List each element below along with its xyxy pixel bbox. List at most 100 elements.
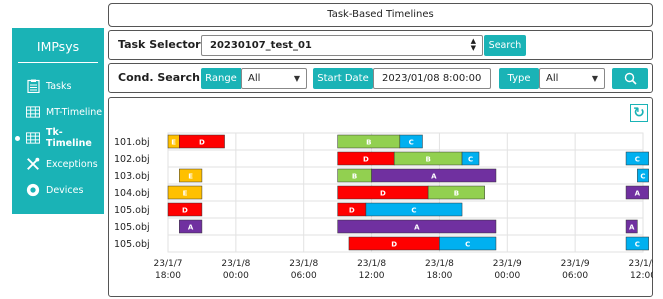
x-tick-label-time: 06:00 — [291, 271, 317, 281]
x-tick-label-time: 18:00 — [426, 271, 452, 281]
task-bar-b[interactable]: B — [337, 168, 372, 183]
task-bar-d[interactable]: D — [348, 236, 440, 251]
sidebar-item-devices[interactable]: Devices — [12, 180, 104, 200]
task-bar-a[interactable]: A — [337, 219, 497, 234]
task-bar-label: B — [454, 190, 459, 198]
task-bar-label: C — [465, 241, 470, 249]
task-bar-label: A — [414, 224, 420, 232]
task-bar-label: D — [349, 207, 355, 215]
task-bar-b[interactable]: B — [427, 185, 485, 200]
sidebar-item-label: Exceptions — [46, 158, 98, 170]
row-label: 103.obj — [114, 171, 150, 182]
range-label: Range — [201, 68, 241, 89]
task-bar-label: D — [199, 139, 205, 147]
x-tick-label-date: 23/1/8 — [221, 259, 250, 269]
row-label: 105.obj — [114, 222, 150, 233]
sidebar-item-label: MT-Timeline — [46, 106, 103, 118]
task-bar-c[interactable]: C — [625, 151, 649, 166]
task-bar-b[interactable]: B — [337, 134, 401, 149]
start-date-input[interactable]: 2023/01/08 8:00:00 — [373, 68, 491, 89]
task-selector-bar: Task Selector 20230107_test_01 ▲ ▼ Search — [108, 30, 653, 60]
search-button[interactable]: Search — [484, 35, 526, 56]
task-bar-a[interactable]: A — [625, 185, 649, 200]
search-icon-button[interactable] — [612, 68, 648, 89]
timeline-chart: 101.obj E D B C 102.obj D B C C 103.obj E B A C 104.obj… — [114, 132, 653, 281]
cond-search-label: Cond. Search — [118, 71, 200, 84]
task-select[interactable]: 20230107_test_01 ▲ ▼ — [201, 35, 483, 56]
sidebar-item-label: Tk-Timeline — [46, 127, 92, 149]
sidebar-item-tasks[interactable]: Tasks — [12, 76, 104, 96]
task-bar-label: D — [391, 241, 397, 249]
task-bar-label: C — [635, 156, 640, 164]
task-bar-label: D — [182, 207, 188, 215]
task-bar-e[interactable]: E — [179, 168, 203, 183]
start-date-label: Start Date — [313, 68, 373, 89]
task-bar-d[interactable]: D — [337, 202, 367, 217]
sidebar-item-label: Devices — [46, 184, 84, 196]
task-bar-label: E — [171, 139, 176, 147]
range-select-value: All — [248, 73, 261, 84]
task-bar-label: C — [635, 241, 640, 249]
task-selector-label: Task Selector — [118, 38, 201, 51]
task-bar-label: C — [640, 173, 645, 181]
task-bar-c[interactable]: C — [399, 134, 423, 149]
clipboard-icon — [26, 79, 40, 93]
task-bar-e[interactable]: E — [167, 185, 203, 200]
task-bar-label: A — [629, 224, 635, 232]
type-select-value: All — [546, 73, 559, 84]
updown-icon: ▲ ▼ — [470, 37, 476, 52]
task-bar-label: B — [352, 173, 357, 181]
chevron-down-icon: ▼ — [591, 74, 598, 83]
row-label: 104.obj — [114, 188, 150, 199]
x-tick-label-time: 18:00 — [155, 271, 181, 281]
x-tick-label-date: 23/1/9 — [493, 259, 522, 269]
task-bar-d[interactable]: D — [167, 202, 203, 217]
task-bar-b[interactable]: B — [393, 151, 463, 166]
divider — [18, 62, 98, 63]
type-select[interactable]: All ▼ — [539, 68, 605, 89]
task-select-value: 20230107_test_01 — [210, 40, 312, 51]
cond-search-bar: Cond. Search Range All ▼ Start Date 2023… — [108, 63, 653, 93]
sidebar-item-mt-timeline[interactable]: MT-Timeline — [12, 102, 104, 122]
task-bar-c[interactable]: C — [439, 236, 497, 251]
x-tick-label-date: 23/1/9 — [629, 259, 653, 269]
row-label: 101.obj — [114, 137, 150, 148]
task-bar-a[interactable]: A — [625, 219, 638, 234]
task-bar-c[interactable]: C — [625, 236, 649, 251]
task-bar-d[interactable]: D — [179, 134, 225, 149]
device-icon — [26, 183, 40, 197]
x-tick-label-date: 23/1/8 — [425, 259, 454, 269]
task-bar-c[interactable]: C — [461, 151, 480, 166]
page-title: Task-Based Timelines — [108, 3, 653, 27]
task-bar-label: C — [411, 207, 416, 215]
task-bar-label: D — [363, 156, 369, 164]
task-bar-label: B — [366, 139, 371, 147]
task-bar-d[interactable]: D — [337, 151, 395, 166]
task-bar-c[interactable]: C — [365, 202, 463, 217]
x-tick-label-date: 23/1/8 — [289, 259, 318, 269]
row-label: 102.obj — [114, 154, 150, 165]
task-bar-a[interactable]: A — [371, 168, 497, 183]
row-label: 105.obj — [114, 239, 150, 250]
x-tick-label-date: 23/1/9 — [561, 259, 590, 269]
task-bar-label: B — [425, 156, 430, 164]
task-bar-label: C — [468, 156, 473, 164]
type-label: Type — [499, 68, 539, 89]
range-select[interactable]: All ▼ — [241, 68, 307, 89]
x-tick-label-time: 12:00 — [630, 271, 653, 281]
sidebar-item-label: Tasks — [46, 80, 72, 92]
task-bar-c[interactable]: C — [637, 168, 649, 183]
task-bar-label: A — [431, 173, 437, 181]
active-indicator — [15, 136, 20, 141]
brand-logo[interactable]: IMPsys — [20, 34, 96, 60]
tools-icon — [26, 157, 40, 171]
task-bar-label: C — [409, 139, 414, 147]
task-bar-a[interactable]: A — [179, 219, 203, 234]
task-bar-d[interactable]: D — [337, 185, 429, 200]
x-tick-label-time: 00:00 — [494, 271, 520, 281]
sidebar-item-exceptions[interactable]: Exceptions — [12, 154, 104, 174]
task-bar-e[interactable]: E — [167, 134, 180, 149]
x-tick-label-date: 23/1/7 — [154, 259, 183, 269]
sidebar-item-tk-timeline[interactable]: Tk-Timeline — [12, 127, 104, 149]
x-tick-label-date: 23/1/8 — [357, 259, 386, 269]
